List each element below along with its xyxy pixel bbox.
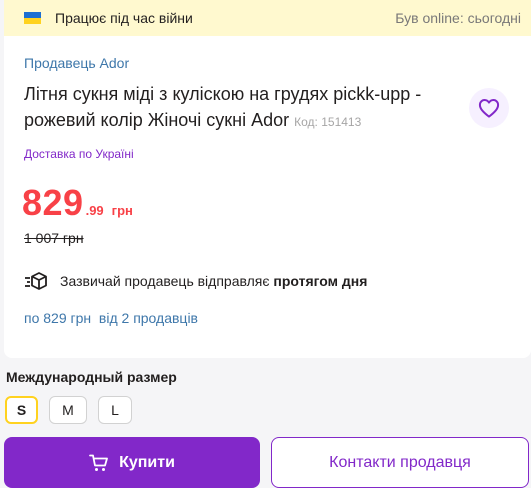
current-price: 829 .99 грн <box>22 182 133 224</box>
size-option-m[interactable]: M <box>49 396 87 424</box>
price-integer: 829 <box>22 182 84 223</box>
product-card: Продавець Ador Літня сукня міді з кулiск… <box>4 36 531 358</box>
old-price: 1 007 грн <box>24 230 84 246</box>
size-label: Международный размер <box>6 369 177 385</box>
favorite-button[interactable] <box>469 88 509 128</box>
shipping-time: протягом дня <box>273 273 368 289</box>
buy-button-label: Купити <box>119 453 175 471</box>
seller-link[interactable]: Продавець Ador <box>24 55 129 71</box>
other-sellers-link[interactable]: по 829 грн від 2 продавців <box>24 310 198 326</box>
delivery-info: Доставка по Україні <box>24 147 134 161</box>
cart-icon <box>89 454 108 471</box>
seller-online-status: Був online: сьогодні <box>395 10 521 26</box>
status-banner: Працює під час війни Був online: сьогодн… <box>4 0 531 36</box>
shipping-text: Зазвичай продавець відправляє протягом д… <box>60 273 367 289</box>
size-option-s[interactable]: S <box>5 396 38 424</box>
product-title-text: Літня сукня міді з кулiскою на грудях pi… <box>24 84 422 130</box>
shipping-prefix: Зазвичай продавець відправляє <box>60 273 270 289</box>
shipping-box-icon <box>25 272 47 290</box>
price-cents: .99 <box>85 203 104 218</box>
contact-seller-label: Контакти продавця <box>329 453 471 471</box>
works-during-war-text: Працює під час війни <box>55 10 193 26</box>
product-title: Літня сукня міді з кулiскою на грудях pi… <box>24 81 444 135</box>
contact-seller-button[interactable]: Контакти продавця <box>271 437 529 488</box>
heart-icon <box>478 99 500 118</box>
product-code: Код: 151413 <box>294 115 362 129</box>
buy-button[interactable]: Купити <box>4 437 260 488</box>
shipping-info: Зазвичай продавець відправляє протягом д… <box>24 271 367 291</box>
ukraine-flag-icon <box>24 12 41 24</box>
price-currency: грн <box>111 203 133 218</box>
size-option-l[interactable]: L <box>98 396 132 424</box>
size-selector: S M L <box>5 396 143 424</box>
